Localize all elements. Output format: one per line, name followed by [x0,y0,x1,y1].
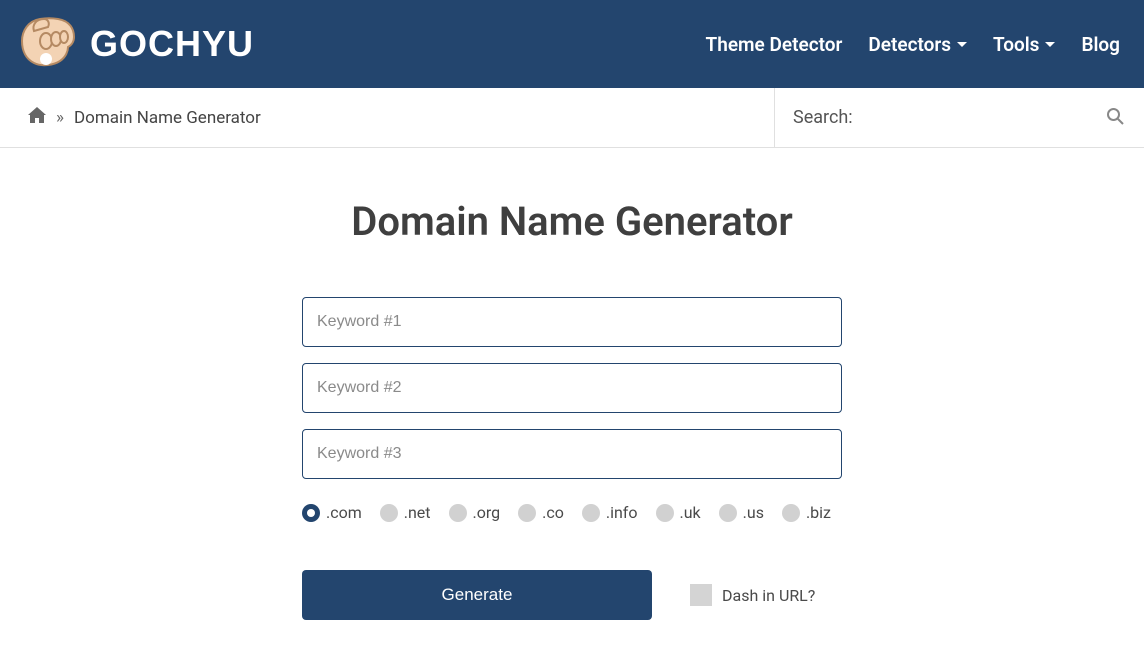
radio-label: .co [542,503,564,522]
tld-radio-net[interactable]: .net [380,503,431,522]
radio-label: .us [743,503,764,522]
brand-name: GOCHYU [90,23,254,65]
radio-icon [782,504,800,522]
tld-radio-biz[interactable]: .biz [782,503,831,522]
home-icon[interactable] [28,107,46,128]
generator-form: .com .net .org .co .info .uk [302,297,842,620]
tld-radio-com[interactable]: .com [302,503,362,522]
tld-radio-group: .com .net .org .co .info .uk [302,503,842,522]
checkbox-icon [690,584,712,606]
radio-icon [380,504,398,522]
radio-label: .org [473,503,501,522]
nav-label: Theme Detector [706,33,843,56]
search-box[interactable]: Search: [774,88,1144,147]
main-content: Domain Name Generator .com .net .org .co [122,148,1022,660]
nav-label: Tools [993,33,1039,56]
radio-label: .info [606,503,638,522]
tld-radio-us[interactable]: .us [719,503,764,522]
radio-icon [302,504,320,522]
radio-label: .com [326,503,362,522]
radio-label: .net [404,503,431,522]
action-row: Generate Dash in URL? [302,570,842,620]
breadcrumb: » Domain Name Generator [0,88,774,147]
subheader: » Domain Name Generator Search: [0,88,1144,148]
nav-theme-detector[interactable]: Theme Detector [706,33,843,56]
radio-label: .biz [806,503,831,522]
chevron-down-icon [957,42,967,47]
tld-radio-co[interactable]: .co [518,503,564,522]
pointing-hand-icon [12,11,84,77]
radio-icon [582,504,600,522]
radio-icon [518,504,536,522]
tld-radio-info[interactable]: .info [582,503,638,522]
dash-checkbox-item[interactable]: Dash in URL? [690,584,815,606]
tld-radio-uk[interactable]: .uk [656,503,701,522]
generate-button[interactable]: Generate [302,570,652,620]
nav-blog[interactable]: Blog [1081,33,1120,56]
search-icon[interactable] [1106,107,1124,129]
nav-links: Theme Detector Detectors Tools Blog [706,33,1120,56]
nav-label: Detectors [868,33,951,56]
radio-icon [656,504,674,522]
nav-tools[interactable]: Tools [993,33,1055,56]
breadcrumb-separator: » [56,108,64,128]
nav-detectors[interactable]: Detectors [868,33,967,56]
breadcrumb-current: Domain Name Generator [74,108,261,128]
radio-icon [449,504,467,522]
nav-label: Blog [1081,33,1120,56]
keyword-3-input[interactable] [302,429,842,479]
search-label: Search: [793,107,1106,128]
radio-label: .uk [680,503,701,522]
tld-radio-org[interactable]: .org [449,503,501,522]
chevron-down-icon [1045,42,1055,47]
navbar: GOCHYU Theme Detector Detectors Tools Bl… [0,0,1144,88]
keyword-1-input[interactable] [302,297,842,347]
brand-logo[interactable]: GOCHYU [12,11,254,77]
keyword-2-input[interactable] [302,363,842,413]
checkbox-label: Dash in URL? [722,586,815,605]
page-title: Domain Name Generator [142,198,1002,245]
radio-icon [719,504,737,522]
